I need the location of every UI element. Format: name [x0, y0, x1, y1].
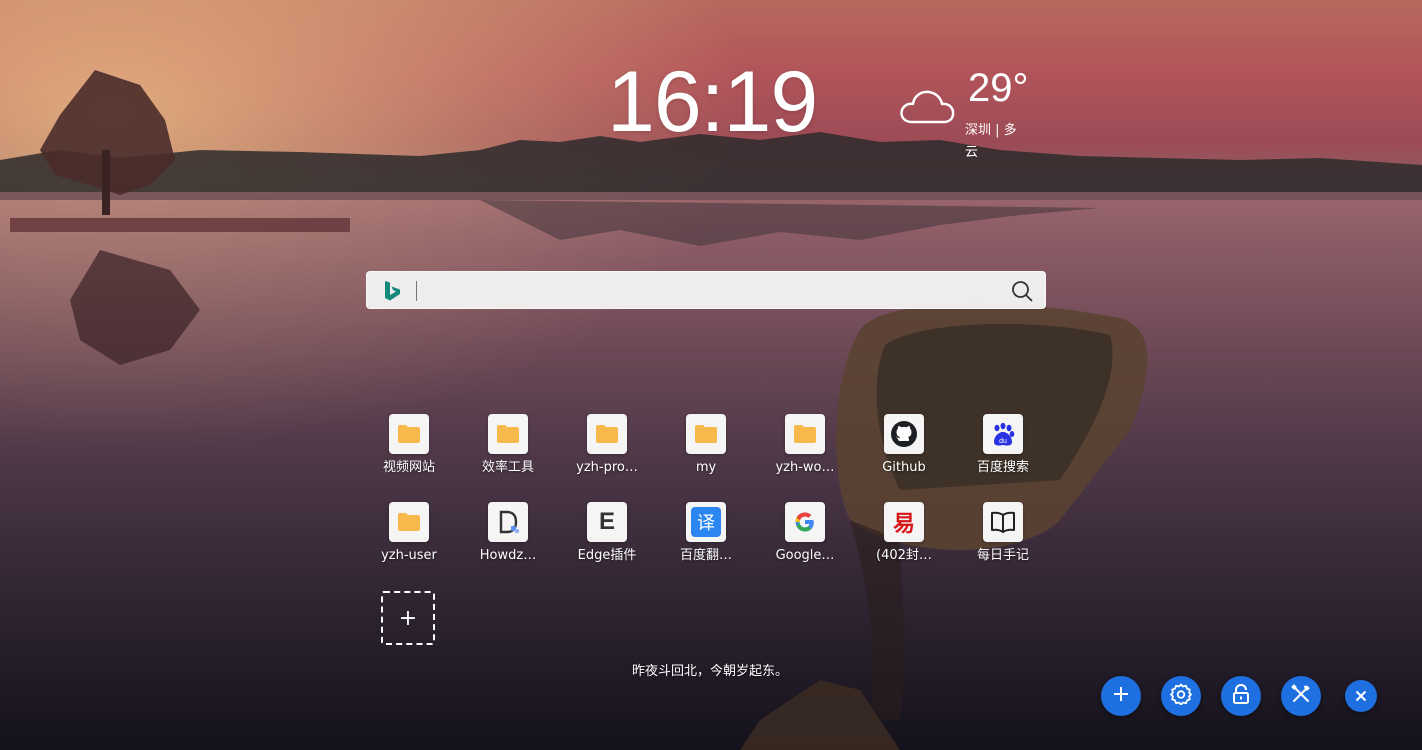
shortcut-label: Howdz…: [479, 548, 537, 563]
magnifier-icon[interactable]: [1011, 280, 1033, 306]
search-bar[interactable]: [366, 271, 1046, 310]
svg-text:du: du: [999, 438, 1007, 445]
shortcut-efficiency-tools[interactable]: 效率工具: [471, 412, 545, 482]
clock-time: 16:19: [607, 54, 818, 150]
shortcut-label: my: [695, 460, 717, 475]
tools-button[interactable]: [1281, 676, 1321, 716]
search-divider: [416, 281, 417, 301]
search-input[interactable]: [423, 272, 1007, 310]
shortcut-label: 百度搜索: [976, 460, 1029, 475]
shortcut-label: 视频网站: [382, 460, 435, 475]
plus-icon: [1112, 685, 1130, 707]
google-icon: [785, 502, 825, 542]
tools-icon: [1290, 683, 1312, 709]
shortcut-label: 效率工具: [481, 460, 534, 475]
shortcut-label: (402封…: [876, 548, 932, 563]
shortcut-label: 百度翻…: [679, 548, 732, 563]
folder-icon: [389, 414, 429, 454]
folder-icon: [389, 502, 429, 542]
shortcut-google[interactable]: Google…: [768, 500, 842, 570]
add-button[interactable]: [1101, 676, 1141, 716]
folder-icon: [488, 414, 528, 454]
shortcut-label: yzh-user: [381, 548, 437, 563]
howdz-icon: [488, 502, 528, 542]
book-icon: [983, 502, 1023, 542]
shortcut-label: Github: [882, 460, 926, 475]
shortcut-label: yzh-wo…: [775, 460, 835, 475]
shortcut-label: Google…: [775, 548, 835, 563]
folder-icon: [785, 414, 825, 454]
shortcut-163-mail[interactable]: 易 (402封…: [867, 500, 941, 570]
lock-icon: [1231, 683, 1251, 709]
baidu-icon: du: [983, 414, 1023, 454]
add-shortcut-button[interactable]: +: [381, 591, 435, 645]
shortcut-my[interactable]: my: [669, 412, 743, 482]
weather-location-condition: 深圳 | 多云: [965, 123, 1017, 160]
shortcut-baidu-translate[interactable]: 译 百度翻…: [669, 500, 743, 570]
weather-widget[interactable]: 29° 深圳 | 多云: [898, 66, 1058, 166]
shortcut-label: yzh-pro…: [576, 460, 638, 475]
translate-icon: 译: [686, 502, 726, 542]
shortcut-yzh-wo[interactable]: yzh-wo…: [768, 412, 842, 482]
github-icon: [884, 414, 924, 454]
edge-e-icon: E: [587, 502, 627, 542]
lock-button[interactable]: [1221, 676, 1261, 716]
translate-glyph: 译: [691, 507, 721, 537]
shortcut-baidu-search[interactable]: du 百度搜索: [966, 412, 1040, 482]
folder-icon: [686, 414, 726, 454]
shortcut-video-sites[interactable]: 视频网站: [372, 412, 446, 482]
edge-e-glyph: E: [598, 508, 615, 535]
shortcut-edge-addons[interactable]: E Edge插件: [570, 500, 644, 570]
cloud-icon: [898, 88, 956, 130]
close-icon: [1355, 687, 1367, 706]
daily-quote: 昨夜斗回北，今朝岁起东。: [631, 664, 788, 679]
temperature: 29°: [968, 66, 1029, 110]
mail163-icon: 易: [884, 502, 924, 542]
shortcut-daily-notes[interactable]: 每日手记: [966, 500, 1040, 570]
mail163-glyph: 易: [892, 512, 915, 537]
settings-button[interactable]: [1161, 676, 1201, 716]
plus-glyph: +: [398, 605, 418, 631]
shortcut-yzh-user[interactable]: yzh-user: [372, 500, 446, 570]
shortcut-github[interactable]: Github: [867, 412, 941, 482]
shortcut-howdz[interactable]: Howdz…: [471, 500, 545, 570]
shortcut-yzh-pro[interactable]: yzh-pro…: [570, 412, 644, 482]
close-button[interactable]: [1345, 680, 1377, 712]
shortcut-label: Edge插件: [577, 548, 637, 563]
bing-logo-icon[interactable]: [382, 280, 402, 306]
gear-icon: [1170, 683, 1192, 709]
shortcut-label: 每日手记: [976, 548, 1029, 563]
folder-icon: [587, 414, 627, 454]
